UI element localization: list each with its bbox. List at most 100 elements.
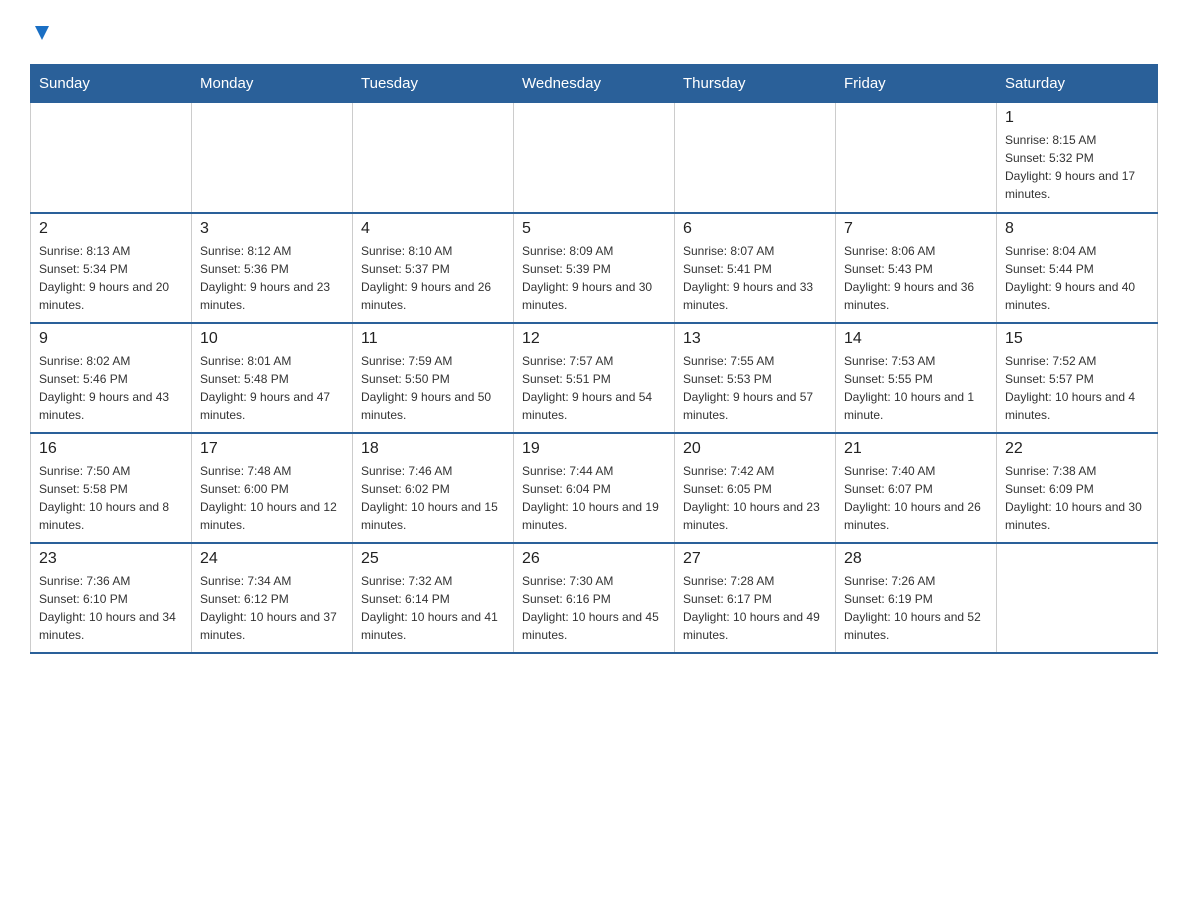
logo-icon: [31, 22, 53, 44]
calendar-cell: 22 Sunrise: 7:38 AMSunset: 6:09 PMDayligh…: [997, 433, 1158, 543]
day-number: 28: [844, 550, 988, 568]
calendar-cell: [675, 103, 836, 213]
day-number: 20: [683, 440, 827, 458]
calendar-cell: [836, 103, 997, 213]
day-info: Sunrise: 7:50 AMSunset: 5:58 PMDaylight:…: [39, 462, 183, 534]
day-number: 27: [683, 550, 827, 568]
calendar-cell: 3 Sunrise: 8:12 AMSunset: 5:36 PMDaylight…: [192, 213, 353, 323]
day-number: 3: [200, 220, 344, 238]
calendar-cell: 15Sunrise: 7:52 AMSunset: 5:57 PMDayligh…: [997, 323, 1158, 433]
calendar-cell: 4 Sunrise: 8:10 AMSunset: 5:37 PMDaylight…: [353, 213, 514, 323]
calendar-cell: [514, 103, 675, 213]
day-number: 1: [1005, 109, 1149, 127]
calendar-cell: 9 Sunrise: 8:02 AMSunset: 5:46 PMDaylight…: [31, 323, 192, 433]
day-number: 22: [1005, 440, 1149, 458]
weekday-header-saturday: Saturday: [997, 65, 1158, 103]
day-number: 24: [200, 550, 344, 568]
weekday-header-row: SundayMondayTuesdayWednesdayThursdayFrid…: [31, 65, 1158, 103]
day-info: Sunrise: 7:46 AMSunset: 6:02 PMDaylight:…: [361, 462, 505, 534]
day-info: Sunrise: 7:30 AMSunset: 6:16 PMDaylight:…: [522, 572, 666, 644]
day-info: Sunrise: 8:15 AMSunset: 5:32 PMDaylight:…: [1005, 131, 1149, 203]
day-number: 5: [522, 220, 666, 238]
day-number: 17: [200, 440, 344, 458]
calendar-cell: [353, 103, 514, 213]
day-number: 16: [39, 440, 183, 458]
logo: [30, 20, 53, 44]
calendar-cell: 7 Sunrise: 8:06 AMSunset: 5:43 PMDaylight…: [836, 213, 997, 323]
day-info: Sunrise: 7:32 AMSunset: 6:14 PMDaylight:…: [361, 572, 505, 644]
day-info: Sunrise: 7:52 AMSunset: 5:57 PMDaylight:…: [1005, 352, 1149, 424]
calendar-cell: 10 Sunrise: 8:01 AMSunset: 5:48 PMDayligh…: [192, 323, 353, 433]
day-info: Sunrise: 8:01 AMSunset: 5:48 PMDaylight:…: [200, 352, 344, 424]
week-row-5: 23Sunrise: 7:36 AMSunset: 6:10 PMDayligh…: [31, 543, 1158, 653]
day-number: 6: [683, 220, 827, 238]
calendar-cell: [192, 103, 353, 213]
calendar-cell: 26 Sunrise: 7:30 AMSunset: 6:16 PMDayligh…: [514, 543, 675, 653]
day-info: Sunrise: 7:26 AMSunset: 6:19 PMDaylight:…: [844, 572, 988, 644]
day-number: 11: [361, 330, 505, 348]
day-number: 8: [1005, 220, 1149, 238]
day-info: Sunrise: 7:38 AMSunset: 6:09 PMDaylight:…: [1005, 462, 1149, 534]
day-info: Sunrise: 8:07 AMSunset: 5:41 PMDaylight:…: [683, 242, 827, 314]
day-number: 25: [361, 550, 505, 568]
day-number: 13: [683, 330, 827, 348]
calendar-cell: 21 Sunrise: 7:40 AMSunset: 6:07 PMDayligh…: [836, 433, 997, 543]
calendar-cell: 25 Sunrise: 7:32 AMSunset: 6:14 PMDayligh…: [353, 543, 514, 653]
day-info: Sunrise: 8:02 AMSunset: 5:46 PMDaylight:…: [39, 352, 183, 424]
day-info: Sunrise: 7:48 AMSunset: 6:00 PMDaylight:…: [200, 462, 344, 534]
day-info: Sunrise: 8:09 AMSunset: 5:39 PMDaylight:…: [522, 242, 666, 314]
calendar-cell: 6 Sunrise: 8:07 AMSunset: 5:41 PMDaylight…: [675, 213, 836, 323]
day-info: Sunrise: 8:06 AMSunset: 5:43 PMDaylight:…: [844, 242, 988, 314]
calendar-cell: 24Sunrise: 7:34 AMSunset: 6:12 PMDayligh…: [192, 543, 353, 653]
day-number: 7: [844, 220, 988, 238]
calendar-cell: 1 Sunrise: 8:15 AMSunset: 5:32 PMDaylight…: [997, 103, 1158, 213]
day-info: Sunrise: 8:04 AMSunset: 5:44 PMDaylight:…: [1005, 242, 1149, 314]
week-row-4: 16 Sunrise: 7:50 AMSunset: 5:58 PMDayligh…: [31, 433, 1158, 543]
calendar-cell: 8 Sunrise: 8:04 AMSunset: 5:44 PMDaylight…: [997, 213, 1158, 323]
weekday-header-thursday: Thursday: [675, 65, 836, 103]
weekday-header-friday: Friday: [836, 65, 997, 103]
day-info: Sunrise: 7:53 AMSunset: 5:55 PMDaylight:…: [844, 352, 988, 424]
weekday-header-tuesday: Tuesday: [353, 65, 514, 103]
day-info: Sunrise: 8:12 AMSunset: 5:36 PMDaylight:…: [200, 242, 344, 314]
day-number: 9: [39, 330, 183, 348]
weekday-header-monday: Monday: [192, 65, 353, 103]
calendar-cell: 5 Sunrise: 8:09 AMSunset: 5:39 PMDaylight…: [514, 213, 675, 323]
page-header: [30, 20, 1158, 44]
calendar-cell: 2 Sunrise: 8:13 AMSunset: 5:34 PMDaylight…: [31, 213, 192, 323]
day-info: Sunrise: 8:13 AMSunset: 5:34 PMDaylight:…: [39, 242, 183, 314]
day-number: 10: [200, 330, 344, 348]
calendar-table: SundayMondayTuesdayWednesdayThursdayFrid…: [30, 64, 1158, 654]
calendar-cell: 23Sunrise: 7:36 AMSunset: 6:10 PMDayligh…: [31, 543, 192, 653]
calendar-cell: 19Sunrise: 7:44 AMSunset: 6:04 PMDayligh…: [514, 433, 675, 543]
calendar-cell: 28 Sunrise: 7:26 AMSunset: 6:19 PMDayligh…: [836, 543, 997, 653]
week-row-3: 9 Sunrise: 8:02 AMSunset: 5:46 PMDaylight…: [31, 323, 1158, 433]
day-number: 18: [361, 440, 505, 458]
week-row-2: 2 Sunrise: 8:13 AMSunset: 5:34 PMDaylight…: [31, 213, 1158, 323]
day-number: 19: [522, 440, 666, 458]
calendar-cell: 14Sunrise: 7:53 AMSunset: 5:55 PMDayligh…: [836, 323, 997, 433]
day-number: 12: [522, 330, 666, 348]
day-info: Sunrise: 7:42 AMSunset: 6:05 PMDaylight:…: [683, 462, 827, 534]
day-number: 26: [522, 550, 666, 568]
weekday-header-sunday: Sunday: [31, 65, 192, 103]
day-info: Sunrise: 7:28 AMSunset: 6:17 PMDaylight:…: [683, 572, 827, 644]
day-info: Sunrise: 8:10 AMSunset: 5:37 PMDaylight:…: [361, 242, 505, 314]
weekday-header-wednesday: Wednesday: [514, 65, 675, 103]
day-number: 2: [39, 220, 183, 238]
calendar-cell: 16 Sunrise: 7:50 AMSunset: 5:58 PMDayligh…: [31, 433, 192, 543]
calendar-cell: 18 Sunrise: 7:46 AMSunset: 6:02 PMDayligh…: [353, 433, 514, 543]
day-number: 4: [361, 220, 505, 238]
calendar-cell: 17 Sunrise: 7:48 AMSunset: 6:00 PMDayligh…: [192, 433, 353, 543]
day-info: Sunrise: 7:55 AMSunset: 5:53 PMDaylight:…: [683, 352, 827, 424]
calendar-cell: 11Sunrise: 7:59 AMSunset: 5:50 PMDayligh…: [353, 323, 514, 433]
week-row-1: 1 Sunrise: 8:15 AMSunset: 5:32 PMDaylight…: [31, 103, 1158, 213]
day-info: Sunrise: 7:40 AMSunset: 6:07 PMDaylight:…: [844, 462, 988, 534]
calendar-cell: 12 Sunrise: 7:57 AMSunset: 5:51 PMDayligh…: [514, 323, 675, 433]
calendar-cell: 20 Sunrise: 7:42 AMSunset: 6:05 PMDayligh…: [675, 433, 836, 543]
day-info: Sunrise: 7:57 AMSunset: 5:51 PMDaylight:…: [522, 352, 666, 424]
day-number: 21: [844, 440, 988, 458]
calendar-cell: [997, 543, 1158, 653]
calendar-cell: 13 Sunrise: 7:55 AMSunset: 5:53 PMDayligh…: [675, 323, 836, 433]
day-number: 23: [39, 550, 183, 568]
